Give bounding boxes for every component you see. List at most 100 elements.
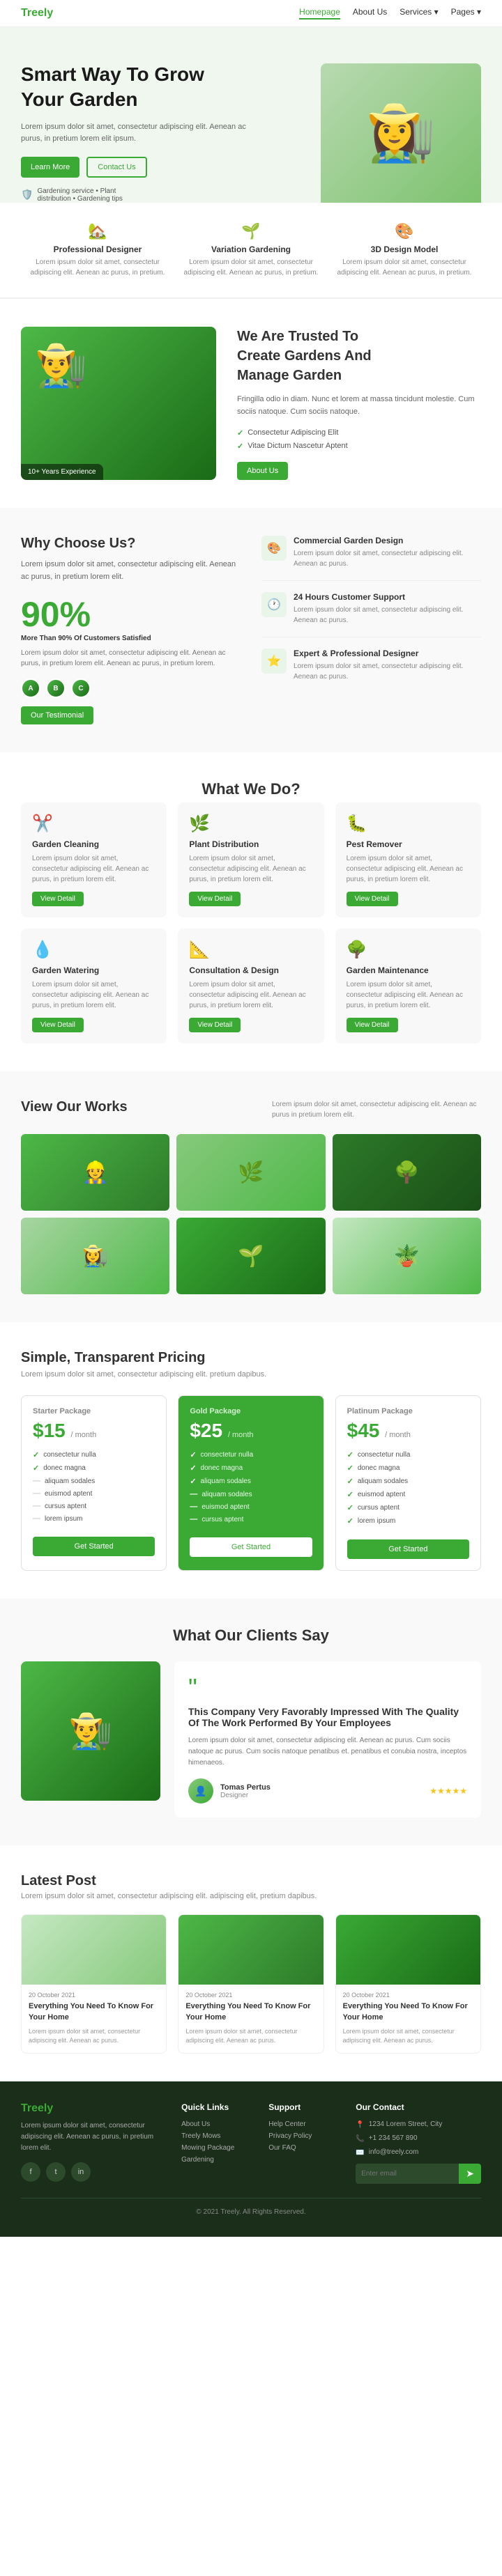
nav-link-pages[interactable]: Pages: [451, 7, 481, 20]
footer-contact: Our Contact 📍 1234 Lorem Street, City 📞 …: [356, 2102, 481, 2184]
why-left-content: Why Choose Us? Lorem ipsum dolor sit ame…: [21, 536, 241, 724]
contact-address-text: 1234 Lorem Street, City: [369, 2120, 443, 2128]
facebook-icon[interactable]: f: [21, 2162, 40, 2182]
pricing-btn-1[interactable]: Get Started: [190, 1537, 312, 1557]
post-card-2[interactable]: 20 October 2021 Everything You Need To K…: [335, 1914, 481, 2054]
pricing-price-0: $15 / month: [33, 1420, 155, 1442]
footer-support-2[interactable]: Our FAQ: [268, 2144, 342, 2152]
hero-badge-subtext: distribution • Gardening tips: [37, 195, 122, 203]
quick-links-heading: Quick Links: [181, 2102, 254, 2112]
service-btn-0[interactable]: View Detail: [32, 892, 84, 906]
service-desc-5: Lorem ipsum dolor sit amet, consectetur …: [347, 979, 470, 1011]
pest-icon: 🐛: [347, 814, 470, 834]
contact-email-text: info@treely.com: [369, 2148, 419, 2156]
navbar: Treely Homepage About Us Services Pages: [0, 0, 502, 27]
service-consultation: 📐 Consultation & Design Lorem ipsum dolo…: [178, 929, 324, 1043]
footer-support-0[interactable]: Help Center: [268, 2120, 342, 2128]
footer: Treely Lorem ipsum dolor sit amet, conse…: [0, 2081, 502, 2237]
pricing-feature-item-disabled: cursus aptent: [33, 1502, 155, 1510]
linkedin-icon[interactable]: in: [71, 2162, 91, 2182]
about-button[interactable]: About Us: [237, 462, 288, 480]
pricing-features-2: consectetur nulla donec magna aliquam so…: [347, 1450, 469, 1526]
service-plant-distribution: 🌿 Plant Distribution Lorem ipsum dolor s…: [178, 802, 324, 917]
service-pest-remover: 🐛 Pest Remover Lorem ipsum dolor sit ame…: [335, 802, 481, 917]
pricing-feature-item-disabled: aliquam sodales: [33, 1477, 155, 1485]
pricing-name-2: Platinum Package: [347, 1407, 469, 1415]
nav-link-about[interactable]: About Us: [353, 7, 387, 20]
why-feature-2: ⭐ Expert & Professional Designer Lorem i…: [261, 649, 481, 693]
service-btn-1[interactable]: View Detail: [189, 892, 241, 906]
expert-icon: ⭐: [261, 649, 287, 674]
work-image-0: 👷: [21, 1134, 169, 1211]
nav-link-services[interactable]: Services: [400, 7, 438, 20]
about-content: We Are Trusted ToCreate Gardens AndManag…: [237, 327, 481, 479]
about-person-icon: 👨‍🌾: [21, 327, 101, 404]
service-garden-maintenance: 🌳 Garden Maintenance Lorem ipsum dolor s…: [335, 929, 481, 1043]
why-feature-title-2: Expert & Professional Designer: [294, 649, 481, 658]
about-list-item-1: Vitae Dictum Nascetur Aptent: [237, 442, 481, 451]
avatar-2: C: [71, 678, 91, 698]
about-section: 👨‍🌾 10+ Years Experience We Are Trusted …: [0, 299, 502, 508]
why-description: Lorem ipsum dolor sit amet, consectetur …: [21, 559, 241, 583]
hero-contact-button[interactable]: Contact Us: [86, 157, 146, 178]
service-btn-2[interactable]: View Detail: [347, 892, 398, 906]
service-btn-3[interactable]: View Detail: [32, 1018, 84, 1032]
nav-logo[interactable]: Treely: [21, 7, 53, 20]
why-feature-0: 🎨 Commercial Garden Design Lorem ipsum d…: [261, 536, 481, 581]
pricing-feature-item: euismod aptent: [347, 1490, 469, 1499]
pricing-btn-2[interactable]: Get Started: [347, 1539, 469, 1559]
newsletter-box: ➤: [356, 2164, 481, 2184]
feature-desc-0: Lorem ipsum dolor sit amet, consectetur …: [28, 257, 167, 278]
avatar-1: B: [46, 678, 66, 698]
footer-link-0[interactable]: About Us: [181, 2120, 254, 2128]
pricing-price-2: $45 / month: [347, 1420, 469, 1442]
about-list-item-0: Consectetur Adipiscing Elit: [237, 428, 481, 437]
footer-link-1[interactable]: Treely Mows: [181, 2132, 254, 2140]
twitter-icon[interactable]: t: [46, 2162, 66, 2182]
post-card-0[interactable]: 20 October 2021 Everything You Need To K…: [21, 1914, 167, 2054]
service-btn-5[interactable]: View Detail: [347, 1018, 398, 1032]
why-feature-text-0: Commercial Garden Design Lorem ipsum dol…: [294, 536, 481, 569]
service-desc-1: Lorem ipsum dolor sit amet, consectetur …: [189, 853, 312, 885]
footer-links-list: About Us Treely Mows Mowing Package Gard…: [181, 2120, 254, 2164]
service-title-3: Garden Watering: [32, 965, 155, 975]
hero-buttons: Learn More Contact Us: [21, 157, 251, 178]
testimonial-person-icon: 👨‍🌾: [69, 1711, 112, 1752]
service-btn-4[interactable]: View Detail: [189, 1018, 241, 1032]
contact-address: 📍 1234 Lorem Street, City: [356, 2120, 481, 2129]
post-image-1: [178, 1915, 323, 1985]
email-icon: ✉️: [356, 2149, 364, 2157]
pricing-feature-item: cursus aptent: [347, 1503, 469, 1512]
footer-support-1[interactable]: Privacy Policy: [268, 2132, 342, 2140]
pricing-feature-item: donec magna: [190, 1464, 312, 1473]
support-icon: 🕐: [261, 592, 287, 617]
feature-professional-designer: 🏡 Professional Designer Lorem ipsum dolo…: [21, 222, 174, 278]
testimonial-button[interactable]: Our Testimonial: [21, 706, 93, 724]
footer-social: f t in: [21, 2162, 167, 2182]
footer-logo[interactable]: Treely: [21, 2102, 167, 2115]
nav-link-homepage[interactable]: Homepage: [299, 7, 340, 20]
newsletter-input[interactable]: [356, 2164, 459, 2184]
post-title-1: Everything You Need To Know For Your Hom…: [185, 2001, 316, 2023]
post-card-1[interactable]: 20 October 2021 Everything You Need To K…: [178, 1914, 324, 2054]
footer-link-3[interactable]: Gardening: [181, 2156, 254, 2164]
why-feature-desc-1: Lorem ipsum dolor sit amet, consectetur …: [294, 605, 481, 626]
works-grid: 👷 🌿 🌳 👩‍🌾 🌱 🪴: [21, 1134, 481, 1294]
what-we-do-section: What We Do? ✂️ Garden Cleaning Lorem ips…: [0, 752, 502, 1071]
feature-desc-1: Lorem ipsum dolor sit amet, consectetur …: [181, 257, 321, 278]
why-feature-desc-2: Lorem ipsum dolor sit amet, consectetur …: [294, 661, 481, 682]
hero-learn-button[interactable]: Learn More: [21, 157, 79, 178]
footer-link-2[interactable]: Mowing Package: [181, 2144, 254, 2152]
work-item-4: 🌱: [176, 1218, 325, 1294]
maintenance-icon: 🌳: [347, 940, 470, 960]
newsletter-submit-button[interactable]: ➤: [459, 2164, 481, 2184]
feature-desc-2: Lorem ipsum dolor sit amet, consectetur …: [335, 257, 474, 278]
why-feature-desc-0: Lorem ipsum dolor sit amet, consectetur …: [294, 548, 481, 569]
why-heading: Why Choose Us?: [21, 536, 241, 552]
pricing-btn-0[interactable]: Get Started: [33, 1537, 155, 1556]
pricing-name-1: Gold Package: [190, 1407, 312, 1415]
pricing-features-1: consectetur nulla donec magna aliquam so…: [190, 1450, 312, 1523]
post-desc-0: Lorem ipsum dolor sit amet, consectetur …: [29, 2027, 159, 2046]
work-item-0: 👷: [21, 1134, 169, 1211]
work-item-3: 👩‍🌾: [21, 1218, 169, 1294]
